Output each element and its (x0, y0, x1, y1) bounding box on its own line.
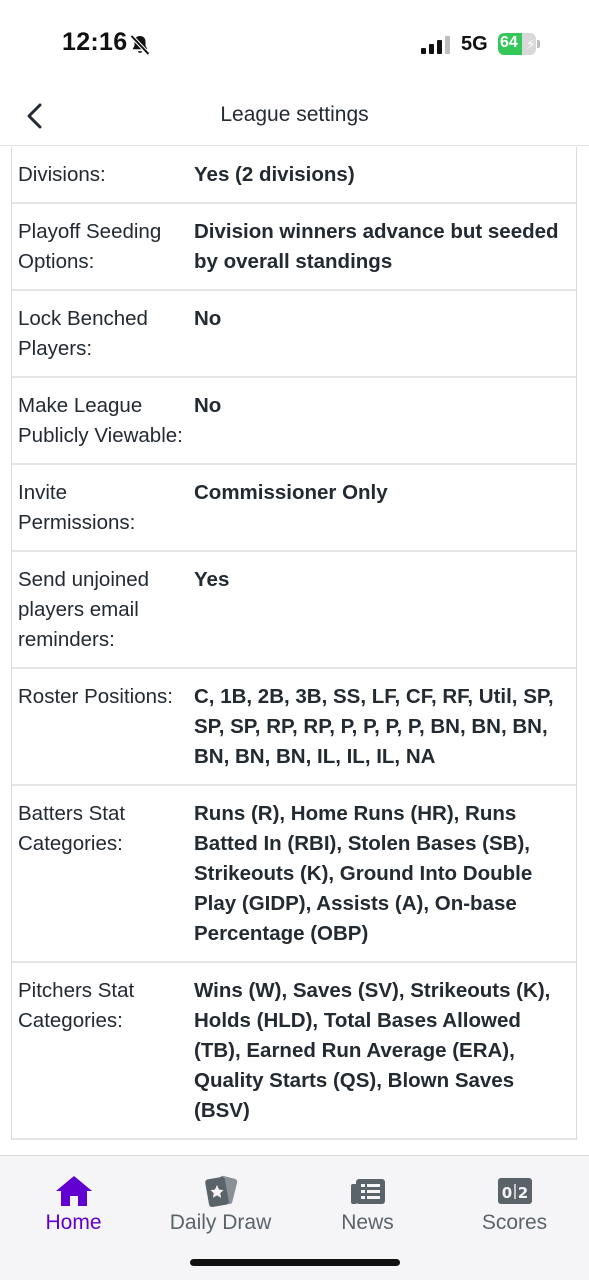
battery-charging-icon: 64 ⚡ (498, 33, 542, 55)
row-label: Lock Benched Players: (18, 307, 148, 360)
svg-text:0: 0 (501, 1184, 511, 1202)
home-indicator (190, 1259, 400, 1266)
row-value: Runs (R), Home Runs (HR), Runs Batted In… (194, 802, 533, 945)
status-time: 12:16 (62, 28, 128, 56)
row-value: No (194, 307, 222, 330)
home-icon (55, 1176, 92, 1206)
settings-row-publicly-viewable: Make League Publicly Viewable: No (12, 378, 576, 465)
row-label: Make League Publicly Viewable: (18, 394, 183, 447)
bolt-icon: ⚡ (526, 36, 536, 52)
status-bar: 12:16 5G 64 ⚡ (0, 0, 589, 88)
settings-row-lock-benched: Lock Benched Players: No (12, 291, 576, 378)
row-value: C, 1B, 2B, 3B, SS, LF, CF, RF, Util, SP,… (194, 685, 554, 768)
row-label: Playoff Seeding Options: (18, 220, 162, 273)
tab-label: Daily Draw (169, 1211, 272, 1234)
tab-scores[interactable]: 0 2 Scores (441, 1156, 588, 1246)
scoreboard-icon: 0 2 (497, 1178, 532, 1204)
row-value: Yes (194, 568, 230, 591)
svg-text:2: 2 (517, 1184, 527, 1202)
battery-level: 64 (500, 34, 518, 51)
settings-row-roster-positions: Roster Positions: C, 1B, 2B, 3B, SS, LF,… (12, 669, 576, 786)
tab-label: Scores (481, 1211, 548, 1234)
row-value: Commissioner Only (194, 481, 388, 504)
row-label: Roster Positions: (18, 685, 173, 708)
row-value: Yes (2 divisions) (194, 163, 355, 186)
network-label: 5G (461, 33, 488, 55)
row-value: No (194, 394, 222, 417)
settings-row-pitchers-stats: Pitchers Stat Categories: Wins (W), Save… (12, 963, 576, 1140)
settings-row-invite-permissions: Invite Permissions: Commissioner Only (12, 465, 576, 552)
tab-home[interactable]: Home (0, 1156, 147, 1246)
page-title: League settings (220, 103, 369, 126)
tab-label: Home (45, 1211, 102, 1234)
tab-daily-draw[interactable]: Daily Draw (147, 1156, 294, 1246)
settings-row-divisions: Divisions: Yes (2 divisions) (12, 147, 576, 204)
tab-label: News (341, 1211, 394, 1234)
tab-news[interactable]: News (294, 1156, 441, 1246)
row-value: Division winners advance but seeded by o… (194, 220, 559, 273)
bell-slash-icon (130, 34, 150, 56)
settings-row-batters-stats: Batters Stat Categories: Runs (R), Home … (12, 786, 576, 963)
cards-icon (204, 1175, 237, 1208)
settings-row-email-reminders: Send unjoined players email reminders: Y… (12, 552, 576, 669)
row-value: Wins (W), Saves (SV), Strikeouts (K), Ho… (194, 979, 551, 1122)
row-label: Send unjoined players email reminders: (18, 568, 150, 651)
row-label: Divisions: (18, 163, 106, 186)
signal-icon (421, 36, 450, 54)
row-label: Batters Stat Categories: (18, 802, 126, 855)
settings-table: Divisions: Yes (2 divisions) Playoff See… (11, 147, 577, 1140)
row-label: Invite Permissions: (18, 481, 136, 534)
row-label: Pitchers Stat Categories: (18, 979, 135, 1032)
settings-row-playoff-seeding: Playoff Seeding Options: Division winner… (12, 204, 576, 291)
newspaper-icon (350, 1179, 385, 1204)
header: League settings (0, 88, 589, 146)
